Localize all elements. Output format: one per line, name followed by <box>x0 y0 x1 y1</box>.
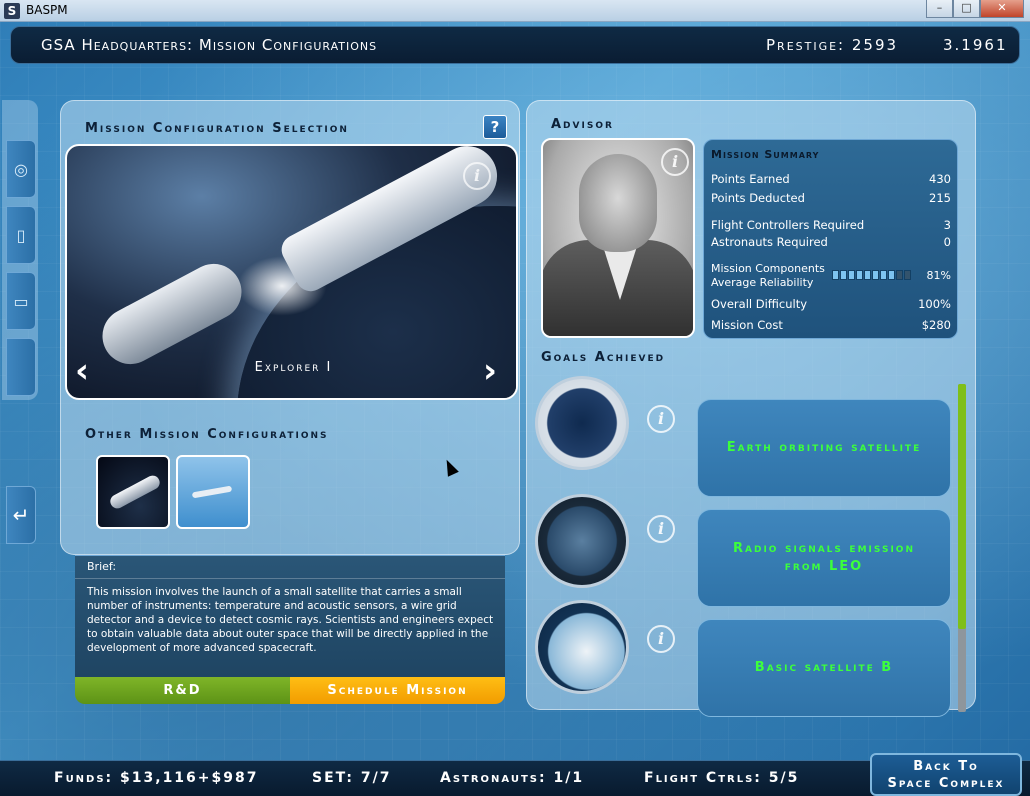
mission-cost-value: $280 <box>921 318 951 332</box>
goal-card: Earth orbiting satellite <box>697 399 951 497</box>
points-deducted-value: 215 <box>929 191 951 205</box>
points-earned-value: 430 <box>929 172 951 186</box>
side-nav: ◎ ▯ ▭ <box>2 100 38 400</box>
advisor-head <box>579 154 657 252</box>
prestige-value: Prestige: 2593 <box>766 36 899 54</box>
astronauts-value: 0 <box>943 235 951 249</box>
window-title: BASPM <box>26 3 68 17</box>
goal-info-icon[interactable]: i <box>647 515 675 543</box>
reliability-segment <box>880 270 887 280</box>
goal-card: Basic satellite B <box>697 619 951 717</box>
advisor-panel: Advisor i Mission Summary Points Earned … <box>526 100 976 717</box>
minimize-button[interactable]: – <box>926 0 953 18</box>
rd-button[interactable]: R&D <box>75 677 290 704</box>
difficulty-value: 100% <box>918 297 951 311</box>
back-to-space-complex-button[interactable]: Back To Space Complex <box>870 753 1022 796</box>
schedule-mission-button[interactable]: Schedule Mission <box>290 677 505 704</box>
game-date: 3.1961 <box>943 36 1008 54</box>
earth-orbiting-badge <box>535 376 629 470</box>
astronauts-row: Astronauts Required 0 <box>711 235 951 249</box>
goal-info-icon[interactable]: i <box>647 625 675 653</box>
points-deducted-row: Points Deducted 215 <box>711 191 951 205</box>
app-icon: S <box>4 3 20 19</box>
points-earned-row: Points Earned 430 <box>711 172 951 186</box>
goal-card: Radio signals emission from LEO <box>697 509 951 607</box>
return-icon[interactable]: ↵ <box>6 486 36 544</box>
advisor-info-icon[interactable]: i <box>661 148 689 176</box>
brief-panel: Brief: This mission involves the launch … <box>75 555 505 677</box>
window-titlebar: S BASPM – □ ✕ <box>0 0 1030 22</box>
mission-cost-row: Mission Cost $280 <box>711 318 951 332</box>
other-configurations-title: Other Mission Configurations <box>85 427 329 442</box>
game-screen: GSA Headquarters: Mission Configurations… <box>0 22 1030 796</box>
brief-label: Brief: <box>87 560 117 573</box>
reliability-segment <box>888 270 895 280</box>
basic-satellite-badge <box>535 600 629 694</box>
reliability-row: Mission Components Average Reliability 8… <box>711 262 951 290</box>
reliability-segment <box>872 270 879 280</box>
brief-divider <box>75 578 505 579</box>
funds-value: Funds: $13,116+$987 <box>54 770 259 786</box>
reliability-segment <box>832 270 839 280</box>
reliability-segment <box>904 270 911 280</box>
reliability-segment <box>848 270 855 280</box>
configuration-panel: Mission Configuration Selection ? i ‹ › … <box>60 100 520 555</box>
reliability-segment <box>864 270 871 280</box>
points-earned-label: Points Earned <box>711 172 790 186</box>
brief-text: This mission involves the launch of a sm… <box>87 586 494 654</box>
mission-image: i ‹ › Explorer I <box>65 144 518 400</box>
reliability-label-line1: Mission Components <box>711 262 825 275</box>
configuration-section-title: Mission Configuration Selection <box>85 121 349 136</box>
flight-controllers-value: 3 <box>943 218 951 232</box>
astronauts-count: Astronauts: 1/1 <box>440 770 585 786</box>
radio-signals-badge <box>535 494 629 588</box>
flight-controllers-label: Flight Controllers Required <box>711 218 865 232</box>
flight-ctrls-count: Flight Ctrls: 5/5 <box>644 770 800 786</box>
summary-title: Mission Summary <box>711 148 820 161</box>
configuration-thumbnail-1[interactable] <box>96 455 170 529</box>
maximize-button[interactable]: □ <box>953 0 980 18</box>
difficulty-label: Overall Difficulty <box>711 297 808 311</box>
astronauts-label: Astronauts Required <box>711 235 828 249</box>
flight-controllers-row: Flight Controllers Required 3 <box>711 218 951 232</box>
set-value: SET: 7/7 <box>312 770 392 786</box>
points-deducted-label: Points Deducted <box>711 191 805 205</box>
close-button[interactable]: ✕ <box>980 0 1024 18</box>
goal-info-icon[interactable]: i <box>647 405 675 433</box>
back-line1: Back To <box>913 759 979 774</box>
blank-icon[interactable] <box>6 338 36 396</box>
mission-summary: Mission Summary Points Earned 430 Points… <box>703 139 958 339</box>
advisor-title: Advisor <box>551 117 614 132</box>
help-button[interactable]: ? <box>483 115 507 139</box>
window-controls: – □ ✕ <box>926 0 1024 18</box>
reliability-bar <box>832 270 911 280</box>
mission-name: Explorer I <box>254 360 333 375</box>
location-title: GSA Headquarters: Mission Configurations <box>41 36 378 54</box>
difficulty-row: Overall Difficulty 100% <box>711 297 951 311</box>
advisor-portrait: i <box>541 138 695 338</box>
goals-title: Goals Achieved <box>541 350 666 365</box>
mission-cost-label: Mission Cost <box>711 318 783 332</box>
reliability-segment <box>896 270 903 280</box>
document-icon[interactable]: ▯ <box>6 206 36 264</box>
reliability-segment <box>856 270 863 280</box>
configuration-thumbnail-2[interactable] <box>176 455 250 529</box>
header-bar: GSA Headquarters: Mission Configurations… <box>10 26 1020 64</box>
target-icon[interactable]: ◎ <box>6 140 36 198</box>
back-line2: Space Complex <box>887 776 1005 791</box>
mission-info-icon[interactable]: i <box>463 162 491 190</box>
reliability-label-line2: Average Reliability <box>711 276 814 289</box>
reliability-segment <box>840 270 847 280</box>
folder-icon[interactable]: ▭ <box>6 272 36 330</box>
goals-scroll-thumb[interactable] <box>958 384 966 629</box>
rocket-stage-illustration <box>92 254 252 374</box>
reliability-value: 81% <box>926 269 951 282</box>
